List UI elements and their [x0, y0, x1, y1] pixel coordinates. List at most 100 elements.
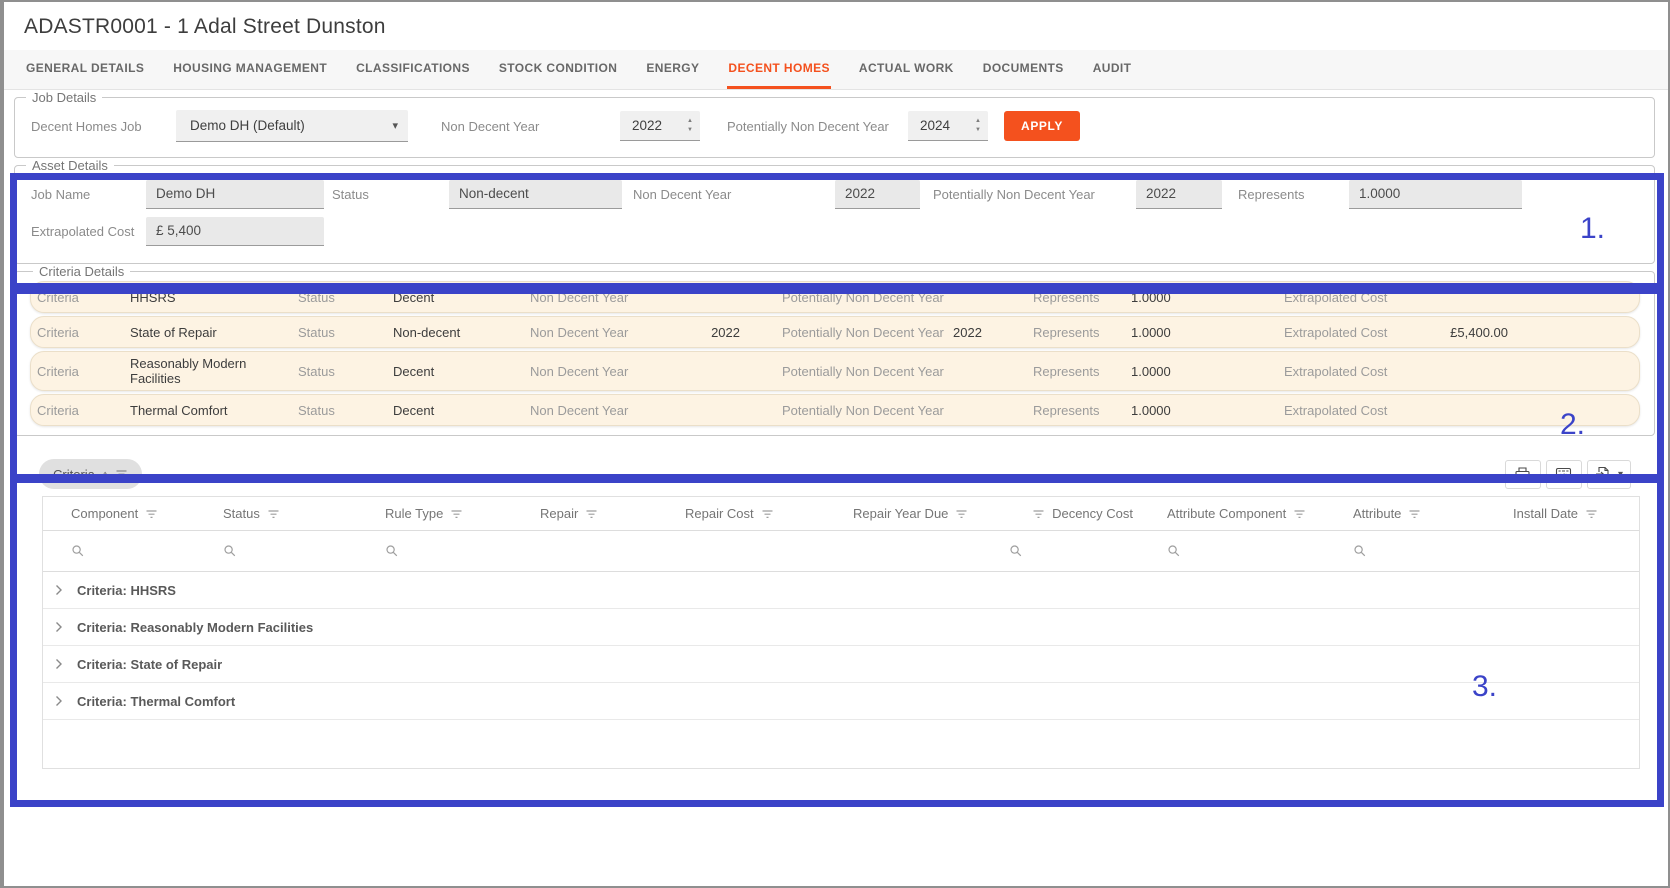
header-filter-icon[interactable]	[267, 509, 280, 519]
header-filter-icon[interactable]	[955, 509, 968, 519]
job-details-section: Job Details Decent Homes Job Demo DH (De…	[14, 90, 1655, 158]
potentially-label: Potentially Non Decent Year	[750, 290, 950, 305]
criteria-row-hhsrs: Criteria HHSRS Status Decent Non Decent …	[30, 281, 1640, 313]
page-title: ADASTR0001 - 1 Adal Street Dunston	[24, 15, 1668, 39]
expand-chevron-icon[interactable]	[55, 695, 63, 707]
tab-actual-work[interactable]: ACTUAL WORK	[858, 50, 955, 89]
header-filter-icon[interactable]	[585, 509, 598, 519]
group-row-reasonably-modern-facilities[interactable]: Criteria: Reasonably Modern Facilities	[43, 609, 1639, 646]
sort-ascending-icon: ↑	[102, 467, 109, 482]
header-filter-icon[interactable]	[1408, 509, 1421, 519]
asset-details-legend: Asset Details	[26, 158, 114, 173]
tab-documents[interactable]: DOCUMENTS	[982, 50, 1065, 89]
criteria-grid-section: Criteria ↑	[14, 452, 1655, 769]
column-header-status[interactable]: Status	[195, 497, 357, 530]
extrapolated-cost-value: £5,400.00	[1415, 325, 1525, 340]
search-icon	[71, 544, 85, 558]
non-decent-year-label: Non Decent Year	[530, 290, 645, 305]
non-decent-year-label: Non Decent Year	[530, 403, 645, 418]
status-value: Decent	[393, 403, 530, 418]
print-button[interactable]	[1505, 460, 1541, 489]
column-header-install-date[interactable]: Install Date	[1485, 497, 1647, 530]
represents-value: 1.0000	[1131, 290, 1284, 305]
grid-export-toolbar: ▾	[1505, 460, 1631, 489]
represents-label: Represents	[1033, 364, 1131, 379]
tab-energy[interactable]: ENERGY	[645, 50, 700, 89]
criteria-label: Criteria	[37, 290, 130, 305]
export-menu-caret-icon[interactable]: ▾	[1618, 469, 1623, 480]
filter-cell-component[interactable]	[43, 531, 195, 571]
tab-general-details[interactable]: GENERAL DETAILS	[25, 50, 145, 89]
title-bar: ADASTR0001 - 1 Adal Street Dunston	[4, 2, 1668, 50]
filter-cell-attribute[interactable]	[1325, 531, 1485, 571]
header-filter-icon[interactable]	[1585, 509, 1598, 519]
header-filter-icon[interactable]	[115, 469, 128, 479]
export-button[interactable]: ▾	[1587, 460, 1631, 489]
tab-classifications[interactable]: CLASSIFICATIONS	[355, 50, 471, 89]
group-row-thermal-comfort[interactable]: Criteria: Thermal Comfort	[43, 683, 1639, 720]
potentially-non-decent-year-spinner[interactable]: 2024 ▲ ▼	[908, 111, 988, 141]
criteria-value: Thermal Comfort	[130, 403, 298, 418]
represents-value: 1.0000	[1131, 325, 1284, 340]
filter-cell-decency-cost[interactable]	[1001, 531, 1139, 571]
search-icon	[223, 544, 237, 558]
potentially-non-decent-year-label: Potentially Non Decent Year	[727, 119, 908, 134]
criteria-value: Reasonably Modern Facilities	[130, 356, 298, 386]
group-by-criteria-chip[interactable]: Criteria ↑	[39, 459, 142, 489]
criteria-details-section: Criteria Details Criteria HHSRS Status D…	[14, 264, 1655, 436]
column-header-repair-cost[interactable]: Repair Cost	[657, 497, 825, 530]
column-header-repair-year-due[interactable]: Repair Year Due	[825, 497, 1001, 530]
filter-cell-repair-year-due[interactable]	[825, 531, 1001, 571]
criteria-row-state-of-repair: Criteria State of Repair Status Non-dece…	[30, 316, 1640, 348]
represents-label: Represents	[1033, 403, 1131, 418]
potentially-non-decent-year-field: 2022	[1136, 180, 1222, 209]
represents-field: 1.0000	[1349, 180, 1522, 209]
tab-audit[interactable]: AUDIT	[1092, 50, 1133, 89]
column-header-rule-type[interactable]: Rule Type	[357, 497, 512, 530]
column-header-component[interactable]: Component	[43, 497, 195, 530]
column-header-repair[interactable]: Repair	[512, 497, 657, 530]
status-value: Non-decent	[393, 325, 530, 340]
header-filter-icon[interactable]	[145, 509, 158, 519]
column-header-attribute[interactable]: Attribute	[1325, 497, 1485, 530]
filter-cell-status[interactable]	[195, 531, 357, 571]
spinner-up-icon[interactable]: ▲	[975, 118, 981, 124]
chevron-down-icon: ▾	[392, 119, 398, 132]
represents-value: 1.0000	[1131, 403, 1284, 418]
group-row-label: Criteria: Reasonably Modern Facilities	[77, 620, 313, 635]
tab-decent-homes[interactable]: DECENT HOMES	[727, 50, 830, 89]
apply-button[interactable]: APPLY	[1004, 111, 1080, 141]
show-markup-button[interactable]	[1546, 460, 1582, 489]
status-label: Status	[298, 403, 393, 418]
group-row-state-of-repair[interactable]: Criteria: State of Repair	[43, 646, 1639, 683]
header-filter-icon[interactable]	[450, 509, 463, 519]
criteria-row-reasonably-modern-facilities: Criteria Reasonably Modern Facilities St…	[30, 351, 1640, 391]
expand-chevron-icon[interactable]	[55, 621, 63, 633]
spinner-down-icon[interactable]: ▼	[687, 127, 693, 133]
expand-chevron-icon[interactable]	[55, 584, 63, 596]
spinner-up-icon[interactable]: ▲	[687, 118, 693, 124]
represents-label: Represents	[1033, 325, 1131, 340]
criteria-value: HHSRS	[130, 290, 298, 305]
header-filter-icon[interactable]	[1293, 509, 1306, 519]
filter-cell-install-date[interactable]	[1485, 531, 1647, 571]
group-row-hhsrs[interactable]: Criteria: HHSRS	[43, 572, 1639, 609]
represents-label: Represents	[1033, 290, 1131, 305]
decent-homes-job-select[interactable]: Demo DH (Default) ▾	[176, 110, 408, 142]
filter-cell-rule-type[interactable]	[357, 531, 512, 571]
markup-window-icon	[1555, 466, 1572, 482]
tab-housing-management[interactable]: HOUSING MANAGEMENT	[172, 50, 328, 89]
filter-cell-repair[interactable]	[512, 531, 657, 571]
column-header-attribute-component[interactable]: Attribute Component	[1139, 497, 1325, 530]
non-decent-year-spinner[interactable]: 2022 ▲ ▼	[620, 111, 700, 141]
column-header-decency-cost[interactable]: Decency Cost	[1001, 497, 1139, 530]
filter-cell-repair-cost[interactable]	[657, 531, 825, 571]
printer-icon	[1514, 466, 1531, 482]
header-filter-icon[interactable]	[761, 509, 774, 519]
tab-stock-condition[interactable]: STOCK CONDITION	[498, 50, 618, 89]
spinner-down-icon[interactable]: ▼	[975, 127, 981, 133]
grid-header-row: Component Status Rule Type Repair Repair…	[43, 497, 1639, 531]
expand-chevron-icon[interactable]	[55, 658, 63, 670]
header-filter-icon[interactable]	[1032, 509, 1045, 519]
filter-cell-attribute-component[interactable]	[1139, 531, 1325, 571]
